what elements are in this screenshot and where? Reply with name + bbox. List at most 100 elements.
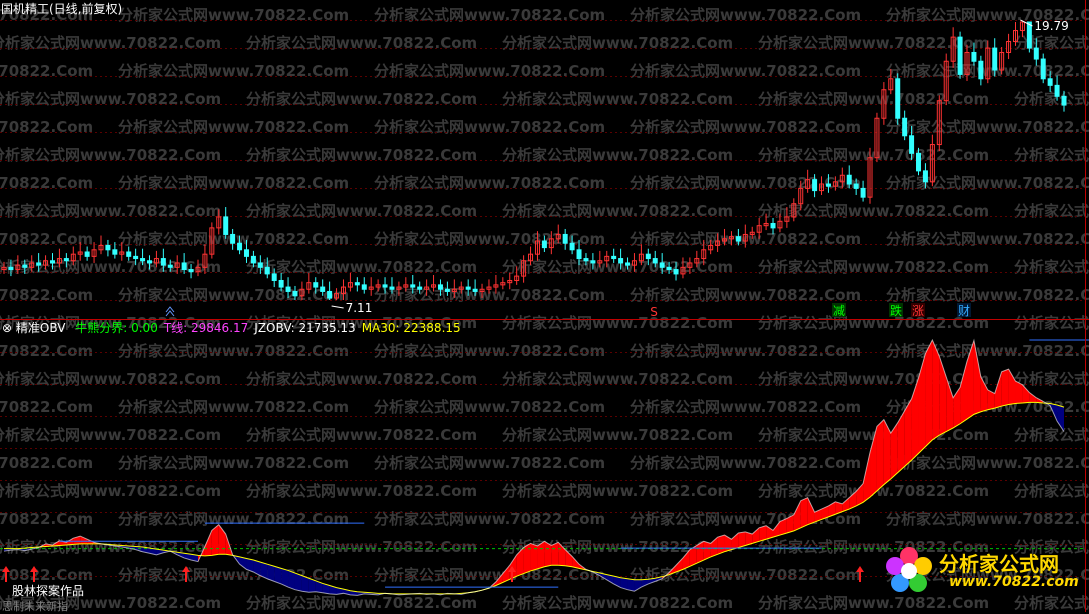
watermark-text: 分析家公式网www.70822.Com xyxy=(374,454,605,472)
indicator-field-2: JZOBV: 21735.13 xyxy=(254,321,356,335)
watermark-text: 分析家公式网www.70822.Com xyxy=(0,482,221,500)
candle-body xyxy=(860,187,866,198)
obv-fill-segment xyxy=(793,500,801,531)
candle-body xyxy=(853,183,859,189)
obv-fill-segment xyxy=(932,340,940,440)
watermark-text: 分析家公式网www.70822.Com xyxy=(0,342,93,360)
watermark-text: 分析家公式网www.70822.Com xyxy=(0,398,93,416)
watermark-text: 分析家公式网www.70822.Com xyxy=(118,510,349,528)
chart-title: 国机精工(日线,前复权) xyxy=(1,2,123,16)
watermark-text: 分析家公式网www.70822.Com xyxy=(886,286,1089,304)
signal-label: 减 xyxy=(833,304,845,318)
watermark-text: 分析家公式网www.70822.Com xyxy=(0,454,93,472)
obv-fill-segment xyxy=(717,535,725,555)
candle-body xyxy=(133,255,139,260)
watermark-text: 分析家公式网www.70822.Com xyxy=(502,426,733,444)
candle-body xyxy=(1054,84,1060,97)
watermark-text: 分析家公式网www.70822.Com xyxy=(118,62,349,80)
candle-body xyxy=(957,36,963,75)
watermark-text: 分析家公式网www.70822.Com xyxy=(758,146,989,164)
candle-body xyxy=(250,255,256,264)
watermark-text: 分析家公式网www.70822.Com xyxy=(886,230,1089,248)
candle-body xyxy=(292,290,298,297)
candle-body xyxy=(8,266,14,271)
candle-body xyxy=(916,152,922,172)
obv-fill-segment xyxy=(738,531,746,548)
candle-body xyxy=(160,258,166,266)
watermark-text: 分析家公式网www.70822.Com xyxy=(246,202,477,220)
watermark-text: 分析家公式网www.70822.Com xyxy=(0,202,221,220)
candle-body xyxy=(243,249,249,257)
candle-body xyxy=(230,233,236,244)
candle-body xyxy=(770,222,776,229)
candle-body xyxy=(922,170,928,183)
watermark-text: 分析家公式网www.70822.Com xyxy=(630,118,861,136)
watermark-text: 分析家公式网www.70822.Com xyxy=(1014,90,1089,108)
candle-body xyxy=(735,236,741,242)
candle-body xyxy=(389,286,395,290)
watermark-text: 分析家公式网www.70822.Com xyxy=(118,6,349,24)
candle-body xyxy=(541,240,547,249)
watermark-text: 分析家公式网www.70822.Com xyxy=(0,230,93,248)
candle-body xyxy=(645,253,651,260)
watermark-text: 分析家公式网www.70822.Com xyxy=(374,62,605,80)
candle-body xyxy=(327,290,333,299)
watermark-text: 分析家公式网www.70822.Com xyxy=(246,90,477,108)
credit-text: 股林探案作品 xyxy=(12,584,85,598)
watermark-text: 分析家公式网www.70822.Com xyxy=(0,286,93,304)
watermark-text: 分析家公式网www.70822.Com xyxy=(118,118,349,136)
low-label: 7.11 xyxy=(346,301,373,315)
candle-body xyxy=(562,233,568,244)
watermark-text: 分析家公式网www.70822.Com xyxy=(886,118,1089,136)
signal-label: 财 xyxy=(958,304,970,318)
candle-body xyxy=(22,264,28,268)
watermark-text: 分析家公式网www.70822.Com xyxy=(502,34,733,52)
stock-chart[interactable]: 分析家公式网www.70822.Com 分析家公式网www.70822.Com 分析… xyxy=(0,0,1089,612)
watermark-text: 分析家公式网www.70822.Com xyxy=(758,90,989,108)
watermark-text: 分析家公式网www.70822.Com xyxy=(246,34,477,52)
candle-body xyxy=(63,258,69,262)
watermark-text: 分析家公式网www.70822.Com xyxy=(502,90,733,108)
candle-body xyxy=(583,258,589,262)
watermark-text: 分析家公式网www.70822.Com xyxy=(886,454,1089,472)
candle-body xyxy=(84,251,90,257)
indicator-fields: 牛熊分界: 0.00 T线: 29846.17 JZOBV: 21735.13 MA3… xyxy=(69,321,460,335)
watermark-text: 分析家公式网www.70822.Com xyxy=(1014,146,1089,164)
watermark-text: 分析家公式网www.70822.Com xyxy=(630,286,861,304)
candle-body xyxy=(576,249,582,260)
candle-body xyxy=(659,262,665,268)
watermark-text: 分析家公式网www.70822.Com xyxy=(118,342,349,360)
obv-fill-segment xyxy=(288,570,295,590)
obv-fill-segment xyxy=(1001,369,1009,407)
candle-body xyxy=(320,286,326,292)
watermark-text: 分析家公式网www.70822.Com xyxy=(886,342,1089,360)
candle-body xyxy=(36,262,42,266)
candle-body xyxy=(625,262,631,266)
candle-body xyxy=(978,60,984,80)
watermark-text: 分析家公式网www.70822.Com xyxy=(0,34,221,52)
watermark-text: 分析家公式网www.70822.Com xyxy=(630,566,861,584)
watermark-text: 分析家公式网www.70822.Com xyxy=(0,370,221,388)
watermark-text: 分析家公式网www.70822.Com xyxy=(1014,314,1089,332)
candle-body xyxy=(285,286,291,292)
watermark-text: 分析家公式网www.70822.Com xyxy=(246,426,477,444)
watermark-text: 分析家公式网www.70822.Com xyxy=(246,538,477,556)
candle-body xyxy=(590,260,596,264)
candle-body xyxy=(437,284,443,290)
watermark-text: 分析家公式网www.70822.Com xyxy=(246,482,477,500)
candle-body xyxy=(1061,95,1067,106)
signal-label: 涨 xyxy=(912,303,924,318)
watermark-text: 分析家公式网www.70822.Com xyxy=(0,426,221,444)
candle-body xyxy=(666,266,672,271)
candle-body xyxy=(257,262,263,268)
obv-fill-segment xyxy=(759,525,767,542)
indicator-toggle-icon[interactable]: ⊗ xyxy=(2,321,12,335)
watermark-text: 分析家公式网www.70822.Com xyxy=(502,314,733,332)
watermark-text: 分析家公式网www.70822.Com xyxy=(118,174,349,192)
watermark-text: 分析家公式网www.70822.Com xyxy=(374,566,605,584)
candle-body xyxy=(354,282,360,286)
watermark-text: 分析家公式网www.70822.Com xyxy=(374,6,605,24)
s-marker: S xyxy=(650,305,658,319)
obv-fill-segment xyxy=(752,527,760,544)
candle-body xyxy=(105,244,111,251)
